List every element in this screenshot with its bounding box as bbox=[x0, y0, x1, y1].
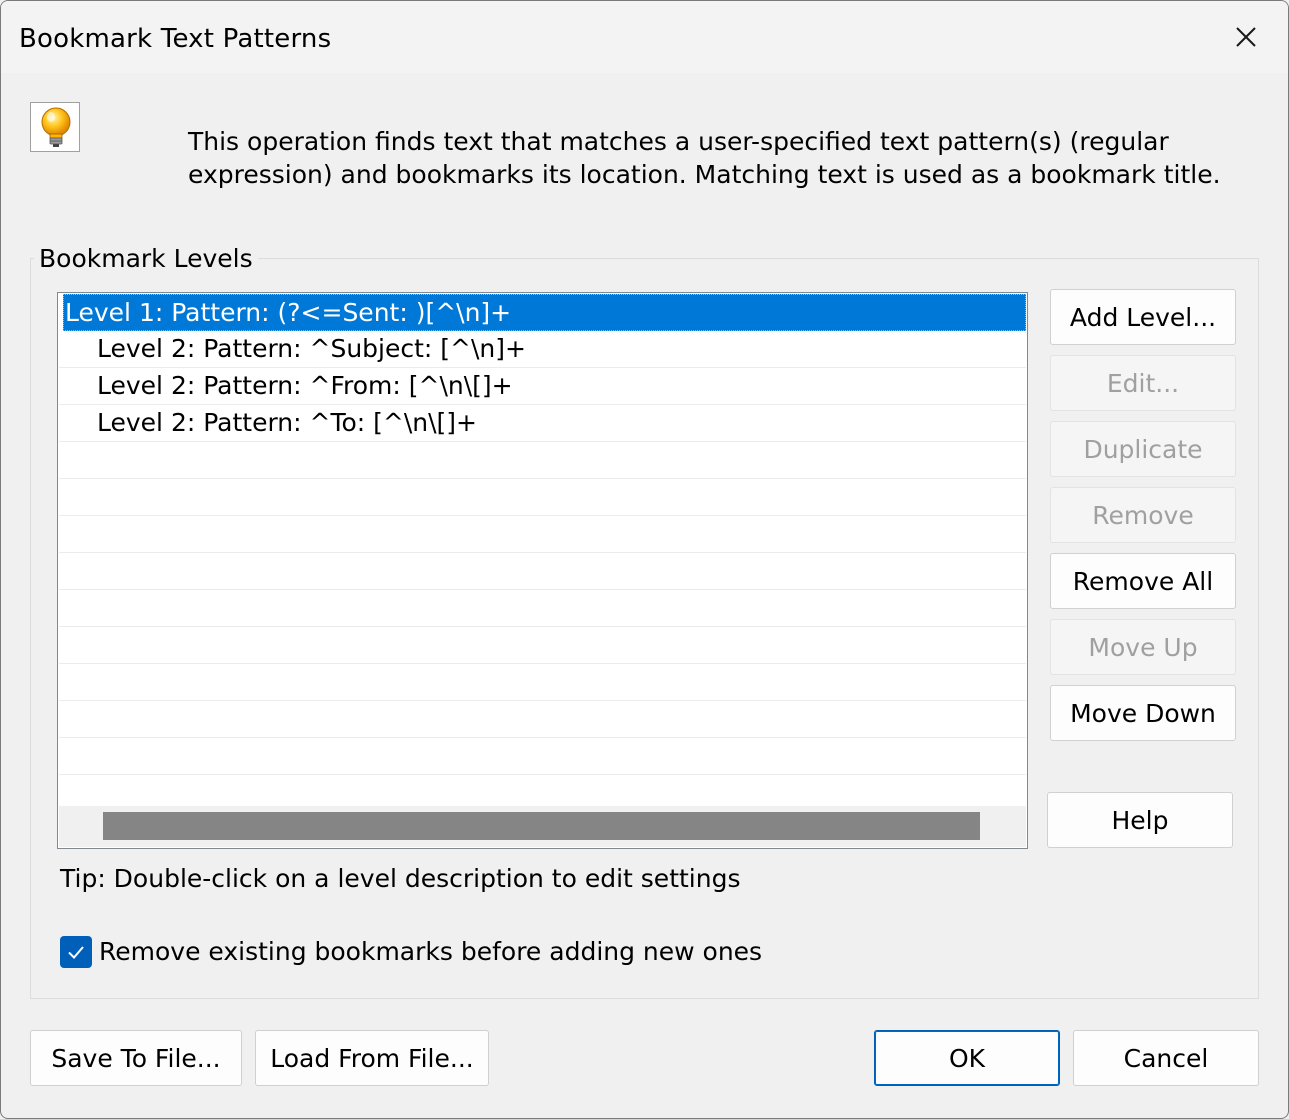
description-text: This operation finds text that matches a… bbox=[188, 125, 1248, 191]
checkmark-icon bbox=[60, 936, 92, 968]
description-line-2: expression) and bookmarks its location. … bbox=[188, 160, 1221, 189]
horizontal-scrollbar[interactable] bbox=[59, 806, 1026, 847]
duplicate-button[interactable]: Duplicate bbox=[1050, 421, 1236, 477]
load-from-file-button[interactable]: Load From File... bbox=[255, 1030, 489, 1086]
lightbulb-icon bbox=[30, 102, 80, 152]
empty-row bbox=[59, 516, 1026, 553]
empty-row bbox=[59, 479, 1026, 516]
remove-existing-checkbox[interactable] bbox=[60, 936, 92, 968]
bookmark-levels-label: Bookmark Levels bbox=[34, 243, 258, 275]
empty-row bbox=[59, 553, 1026, 590]
move-up-button[interactable]: Move Up bbox=[1050, 619, 1236, 675]
save-to-file-button[interactable]: Save To File... bbox=[30, 1030, 242, 1086]
empty-row bbox=[59, 738, 1026, 775]
list-item-text: Level 1: Pattern: (?<=Sent: )[^\n]+ bbox=[65, 298, 512, 327]
list-item[interactable]: Level 2: Pattern: ^From: [^\n\[]+ bbox=[59, 368, 1026, 405]
move-down-button[interactable]: Move Down bbox=[1050, 685, 1236, 741]
empty-row bbox=[59, 664, 1026, 701]
title-bar: Bookmark Text Patterns bbox=[1, 1, 1288, 73]
add-level-button[interactable]: Add Level... bbox=[1050, 289, 1236, 345]
cancel-button[interactable]: Cancel bbox=[1073, 1030, 1259, 1086]
remove-all-button[interactable]: Remove All bbox=[1050, 553, 1236, 609]
close-icon bbox=[1226, 17, 1266, 57]
list-item[interactable]: Level 2: Pattern: ^Subject: [^\n]+ bbox=[59, 331, 1026, 368]
list-item-text: Level 2: Pattern: ^Subject: [^\n]+ bbox=[97, 334, 526, 363]
description-line-1: This operation finds text that matches a… bbox=[188, 127, 1169, 156]
levels-list[interactable]: Level 1: Pattern: (?<=Sent: )[^\n]+ Leve… bbox=[57, 292, 1028, 849]
ok-button[interactable]: OK bbox=[874, 1030, 1060, 1086]
tip-text: Tip: Double-click on a level description… bbox=[60, 864, 741, 893]
bookmark-text-patterns-dialog: Bookmark Text Patterns This operation fi… bbox=[0, 0, 1289, 1119]
empty-row bbox=[59, 590, 1026, 627]
empty-row bbox=[59, 701, 1026, 738]
list-item-text: Level 2: Pattern: ^From: [^\n\[]+ bbox=[97, 371, 513, 400]
list-item[interactable]: Level 1: Pattern: (?<=Sent: )[^\n]+ bbox=[63, 294, 1026, 331]
remove-existing-label[interactable]: Remove existing bookmarks before adding … bbox=[99, 935, 762, 969]
window-title: Bookmark Text Patterns bbox=[19, 24, 332, 54]
empty-row bbox=[59, 442, 1026, 479]
empty-row bbox=[59, 627, 1026, 664]
remove-button[interactable]: Remove bbox=[1050, 487, 1236, 543]
list-item-text: Level 2: Pattern: ^To: [^\n\[]+ bbox=[97, 408, 478, 437]
close-button[interactable] bbox=[1226, 17, 1266, 57]
help-button[interactable]: Help bbox=[1047, 792, 1233, 848]
scrollbar-thumb[interactable] bbox=[103, 812, 980, 840]
edit-button[interactable]: Edit... bbox=[1050, 355, 1236, 411]
list-item[interactable]: Level 2: Pattern: ^To: [^\n\[]+ bbox=[59, 405, 1026, 442]
